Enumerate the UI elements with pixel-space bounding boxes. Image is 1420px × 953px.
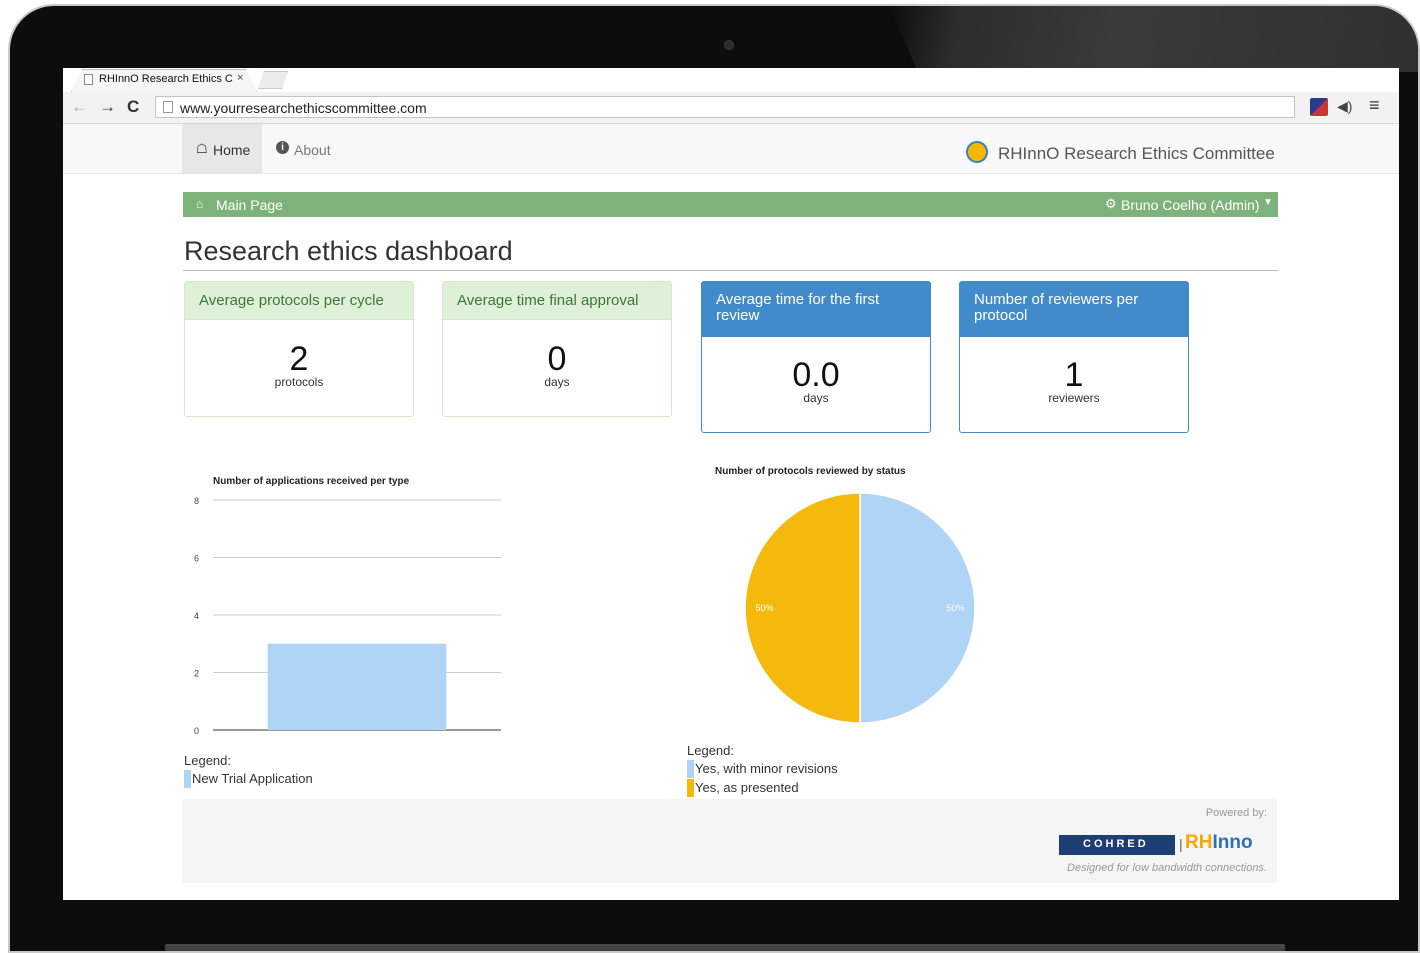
footer: Powered by: COHRED | RHInno Designed for… — [182, 799, 1277, 883]
pie-chart: 50% 50% — [744, 492, 976, 724]
y-tick-label: 6 — [194, 554, 199, 564]
caret-down-icon[interactable]: ▼ — [1263, 197, 1273, 208]
speaker-icon[interactable]: ◀) — [1337, 98, 1352, 115]
legend-label: New Trial Application — [192, 771, 313, 786]
nav-about-label: About — [294, 142, 331, 158]
stat-unit: protocols — [274, 375, 324, 389]
user-menu[interactable]: Bruno Coelho (Admin) — [1121, 197, 1260, 213]
stat-panel-title: Average protocols per cycle — [185, 282, 413, 320]
browser-tab-bar: RHInnO Research Ethics C × — [63, 68, 1399, 92]
powered-by: Powered by: — [1205, 807, 1267, 819]
screen: RHInnO Research Ethics C × ← → C www.you… — [63, 68, 1399, 900]
y-tick-label: 8 — [194, 496, 199, 506]
main-page-link[interactable]: Main Page — [216, 197, 283, 213]
tab-title: RHInnO Research Ethics C — [99, 73, 233, 85]
laptop-frame: RHInnO Research Ethics C × ← → C www.you… — [8, 4, 1420, 953]
camera-dot — [724, 40, 734, 50]
pie-legend-title: Legend: — [687, 743, 734, 758]
stat-unit: days — [803, 391, 829, 405]
stat-panel-title: Average time for the first review — [702, 282, 930, 337]
page-icon — [84, 74, 93, 85]
laptop-hinge — [165, 944, 1285, 951]
bar-chart: 0 2 4 6 8 — [194, 496, 501, 736]
web-page: ☖ Home i About RHInnO Research Ethics Co… — [63, 124, 1399, 900]
pie-chart-title: Number of protocols reviewed by status — [715, 466, 906, 477]
back-icon[interactable]: ← — [71, 97, 88, 117]
tagline: Designed for low bandwidth connections. — [1067, 862, 1267, 874]
top-navbar: ☖ Home i About RHInnO Research Ethics Co… — [63, 124, 1399, 174]
screen-glare — [890, 6, 1418, 72]
stat-value: 0 — [547, 340, 567, 378]
y-tick-label: 4 — [194, 611, 199, 621]
gear-icon: ⚙ — [1105, 196, 1117, 211]
rhinno-logo-inno: Inno — [1212, 832, 1253, 853]
extension-icon[interactable] — [1310, 98, 1328, 116]
stat-panel-title: Number of reviewers per protocol — [960, 282, 1188, 337]
cohred-logo[interactable]: COHRED — [1059, 835, 1175, 855]
reload-icon[interactable]: C — [127, 97, 139, 117]
stat-panel-first-review: Average time for the first review 0.0 da… — [701, 281, 931, 433]
home-icon: ⌂ — [196, 197, 204, 211]
logo-separator: | — [1179, 836, 1183, 852]
legend-label: Yes, as presented — [695, 780, 799, 795]
divider — [183, 270, 1278, 271]
page-header-bar: ⌂ Main Page ⚙ Bruno Coelho (Admin) ▼ — [183, 192, 1278, 217]
brand-logo-icon — [966, 141, 988, 163]
browser-toolbar: ← → C www.yourresearchethicscommittee.co… — [63, 92, 1399, 124]
bar-chart-title: Number of applications received per type — [213, 476, 410, 487]
legend-swatch — [184, 770, 191, 788]
nav-home[interactable]: ☖ Home — [182, 124, 262, 174]
pie-legend-item: Yes, with minor revisions — [687, 760, 838, 778]
y-tick-label: 0 — [194, 726, 199, 736]
page-icon — [163, 101, 173, 113]
bar-legend-item: New Trial Application — [184, 770, 313, 788]
stat-unit: days — [544, 375, 570, 389]
bar — [267, 643, 447, 730]
stat-panel-reviewers: Number of reviewers per protocol 1 revie… — [959, 281, 1189, 433]
pie-slice-label: 50% — [756, 603, 774, 613]
pie-slice-label: 50% — [946, 603, 964, 613]
close-icon[interactable]: × — [237, 72, 243, 84]
rhinno-logo-rh: RH — [1185, 832, 1213, 853]
stat-value: 0.0 — [792, 356, 840, 394]
nav-home-label: Home — [213, 142, 251, 158]
address-bar[interactable]: www.yourresearchethicscommittee.com — [155, 96, 1295, 118]
new-tab-button[interactable] — [258, 71, 288, 89]
stat-panel-protocols-per-cycle: Average protocols per cycle 2 protocols — [184, 281, 414, 417]
stat-value: 2 — [289, 340, 309, 378]
rhinno-logo[interactable]: RHInno — [1185, 832, 1253, 854]
menu-icon[interactable]: ≡ — [1369, 95, 1380, 116]
y-tick-label: 2 — [194, 669, 199, 679]
legend-label: Yes, with minor revisions — [695, 761, 838, 776]
url-text[interactable]: www.yourresearchethicscommittee.com — [180, 100, 427, 116]
pie-legend-item: Yes, as presented — [687, 779, 799, 797]
stat-panel-final-approval: Average time final approval 0 days — [442, 281, 672, 417]
legend-swatch — [687, 760, 694, 778]
home-icon: ☖ — [196, 141, 208, 156]
stat-unit: reviewers — [1048, 391, 1100, 405]
forward-icon[interactable]: → — [99, 97, 116, 117]
legend-swatch — [687, 779, 694, 797]
brand-name[interactable]: RHInnO Research Ethics Committee — [998, 144, 1275, 164]
page-title: Research ethics dashboard — [184, 236, 513, 266]
stat-value: 1 — [1064, 356, 1084, 394]
bar-legend-title: Legend: — [184, 753, 231, 768]
stat-panel-title: Average time final approval — [443, 282, 671, 320]
info-icon: i — [276, 141, 289, 154]
